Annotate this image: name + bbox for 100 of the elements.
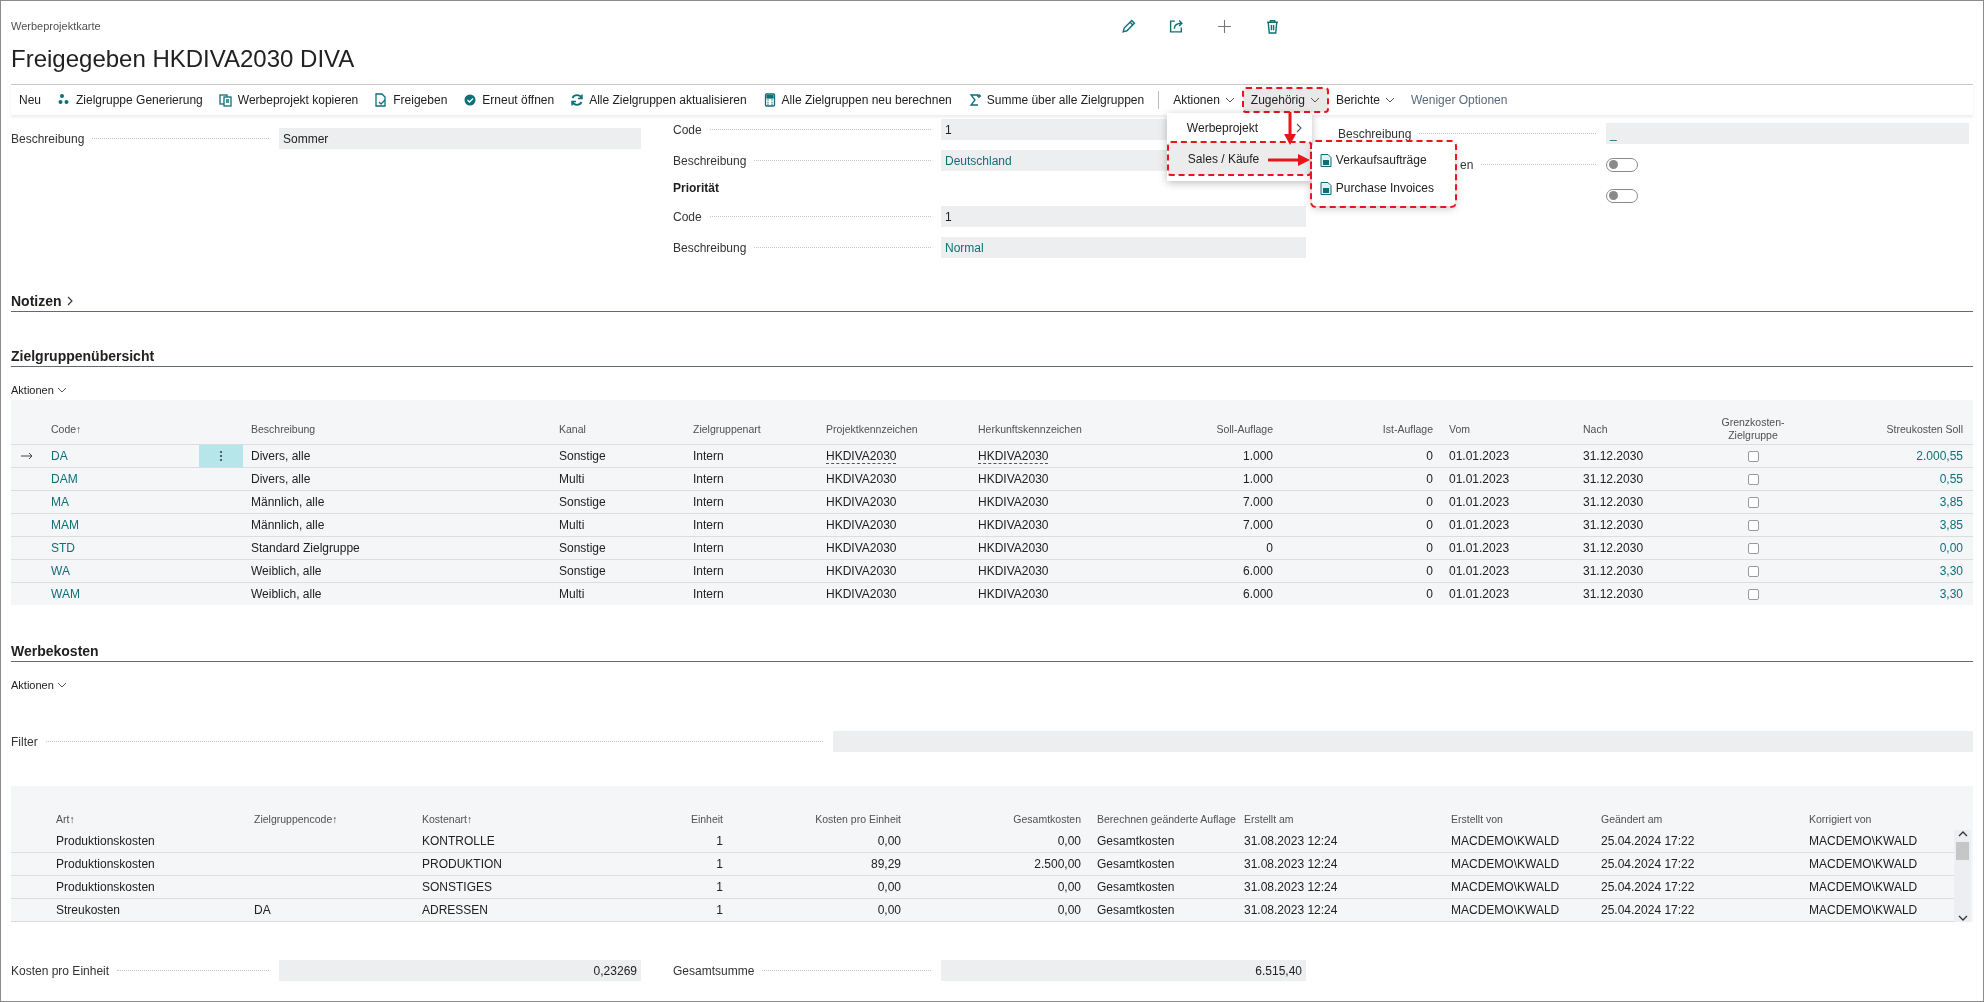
code-link[interactable]: DAM (51, 472, 78, 486)
toolbar-button[interactable]: Alle Zielgruppen neu berechnen (754, 88, 960, 112)
toolbar-button[interactable]: Alle Zielgruppen aktualisieren (562, 88, 755, 112)
checkbox[interactable] (1747, 473, 1759, 485)
cost-link[interactable]: 3,85 (1939, 518, 1963, 532)
checkbox[interactable] (1747, 542, 1759, 554)
column-header[interactable]: Erstellt von (1443, 813, 1593, 825)
checkbox[interactable] (1747, 588, 1759, 600)
column-header[interactable]: Erstellt am (1236, 813, 1443, 825)
table-cell: PRODUKTION (422, 857, 502, 871)
toolbar-button[interactable]: Neu (11, 88, 49, 112)
code-link[interactable]: WAM (51, 587, 80, 601)
checkbox[interactable] (1747, 496, 1759, 508)
column-header[interactable]: Korrigiert von (1801, 813, 1954, 825)
column-header[interactable]: Kanal (551, 423, 685, 435)
table-cell: 0,00 (1057, 834, 1081, 848)
code-link[interactable]: WA (51, 564, 70, 578)
menu-button[interactable]: Aktionen (1165, 88, 1243, 112)
column-header[interactable]: Geändert am (1593, 813, 1801, 825)
code-link[interactable]: MAM (51, 518, 79, 532)
column-header[interactable]: Beschreibung (243, 423, 551, 435)
chevron-down-icon (56, 385, 67, 395)
table-cell: HKDIVA2030 (826, 587, 897, 601)
input-field[interactable]: 1 (941, 206, 1306, 227)
scroll-down-icon[interactable] (1957, 914, 1968, 922)
document-icon (1319, 181, 1332, 195)
trash-icon (1265, 18, 1280, 34)
table-cell: MACDEMO\KWALD (1809, 880, 1918, 894)
table-cell: Gesamtkosten (1097, 857, 1175, 871)
toolbar-button[interactable]: Summe über alle Zielgruppen (959, 88, 1153, 112)
cost-link[interactable]: 2.000,55 (1916, 449, 1963, 463)
table-cell: 31.12.2030 (1583, 472, 1644, 486)
column-header[interactable]: Grenzkosten-Zielgruppe (1713, 416, 1793, 442)
cost-link[interactable]: 0,00 (1939, 541, 1963, 555)
column-header[interactable]: Gesamtkosten (909, 813, 1089, 825)
more-options-icon[interactable] (219, 450, 223, 462)
scroll-up-icon[interactable] (1957, 830, 1968, 838)
checkbox[interactable] (1747, 565, 1759, 577)
table-cell: HKDIVA2030 (978, 472, 1049, 486)
add-icon[interactable] (1217, 18, 1232, 34)
actions-menu[interactable]: Aktionen (11, 679, 54, 691)
menu-item[interactable]: Verkaufsaufträge (1311, 146, 1455, 174)
field-label: Code (673, 122, 702, 137)
toolbar-button[interactable]: Werbeprojekt kopieren (210, 88, 367, 112)
menu-button[interactable]: Berichte (1327, 88, 1403, 112)
code-link[interactable]: DA (51, 449, 68, 463)
table-cell: MACDEMO\KWALD (1451, 857, 1560, 871)
menu-item[interactable]: Purchase Invoices (1311, 174, 1455, 202)
cost-link[interactable]: 0,55 (1939, 472, 1963, 486)
input-field[interactable]: _ (1606, 123, 1969, 144)
table-cell: 0 (1426, 587, 1433, 601)
column-header[interactable]: Vom (1441, 423, 1575, 435)
column-header[interactable]: Kosten pro Einheit (731, 813, 909, 825)
code-link[interactable]: STD (51, 541, 75, 555)
column-header[interactable]: Ist-Auflage (1281, 423, 1441, 435)
section-title: Zielgruppenübersicht (11, 348, 155, 364)
table-cell: 31.12.2030 (1583, 541, 1644, 555)
column-header[interactable]: Projektkennzeichen (818, 423, 970, 435)
table-cell: 7.000 (1242, 518, 1273, 532)
column-header[interactable]: Streukosten Soll (1815, 423, 1971, 435)
table-cell: Multi (559, 587, 585, 601)
column-header[interactable]: Kostenart↑ (414, 813, 631, 825)
checkbox[interactable] (1747, 450, 1759, 462)
column-header[interactable]: Einheit (631, 813, 731, 825)
field-label: Gesamtsumme (673, 963, 755, 978)
column-header[interactable]: Zielgruppencode↑ (246, 813, 414, 825)
cost-link[interactable]: 3,85 (1939, 495, 1963, 509)
menu-button[interactable]: Zugehörig (1242, 88, 1328, 112)
checkbox[interactable] (1747, 519, 1759, 531)
chevron-down-icon (1384, 95, 1395, 105)
field-label: en (1460, 157, 1474, 172)
chevron-down-icon (1309, 95, 1320, 105)
toolbar-button[interactable]: Freigeben (366, 88, 456, 112)
section-title[interactable]: Notizen (11, 293, 62, 309)
cost-link[interactable]: 3,30 (1939, 587, 1963, 601)
column-header[interactable]: Soll-Auflage (1141, 423, 1281, 435)
input-field[interactable]: Sommer (279, 128, 641, 149)
table-cell: Divers, alle (251, 472, 311, 486)
table-cell: 0,00 (1057, 903, 1081, 917)
toolbar-button[interactable]: Erneut öffnen (455, 88, 563, 112)
cost-link[interactable]: 3,30 (1939, 564, 1963, 578)
table-cell: 31.08.2023 12:24 (1244, 857, 1338, 871)
toolbar-button[interactable]: Zielgruppe Generierung (49, 88, 211, 112)
column-header[interactable]: Code↑ (43, 423, 199, 435)
page-title: Freigegeben HKDIVA2030 DIVA (11, 44, 356, 74)
column-header[interactable]: Zielgruppenart (685, 423, 818, 435)
column-header[interactable]: Nach (1575, 423, 1691, 435)
input-field[interactable]: Normal (941, 237, 1306, 258)
table-cell: 25.04.2024 17:22 (1601, 880, 1695, 894)
column-header[interactable]: Art↑ (48, 813, 246, 825)
share-icon (1169, 18, 1184, 34)
actions-menu[interactable]: Aktionen (11, 384, 54, 396)
column-header[interactable]: Herkunftskennzeichen (970, 423, 1141, 435)
column-header[interactable]: Berechnen geänderte Auflage (1089, 813, 1236, 825)
code-link[interactable]: MA (51, 495, 69, 509)
less-options-link[interactable]: Weniger Optionen (1402, 88, 1516, 112)
menu-item[interactable]: Sales / Käufe (1167, 142, 1311, 175)
scrollbar-thumb[interactable] (1956, 842, 1969, 860)
calculator-icon (762, 93, 777, 107)
table-cell: 01.01.2023 (1449, 495, 1510, 509)
